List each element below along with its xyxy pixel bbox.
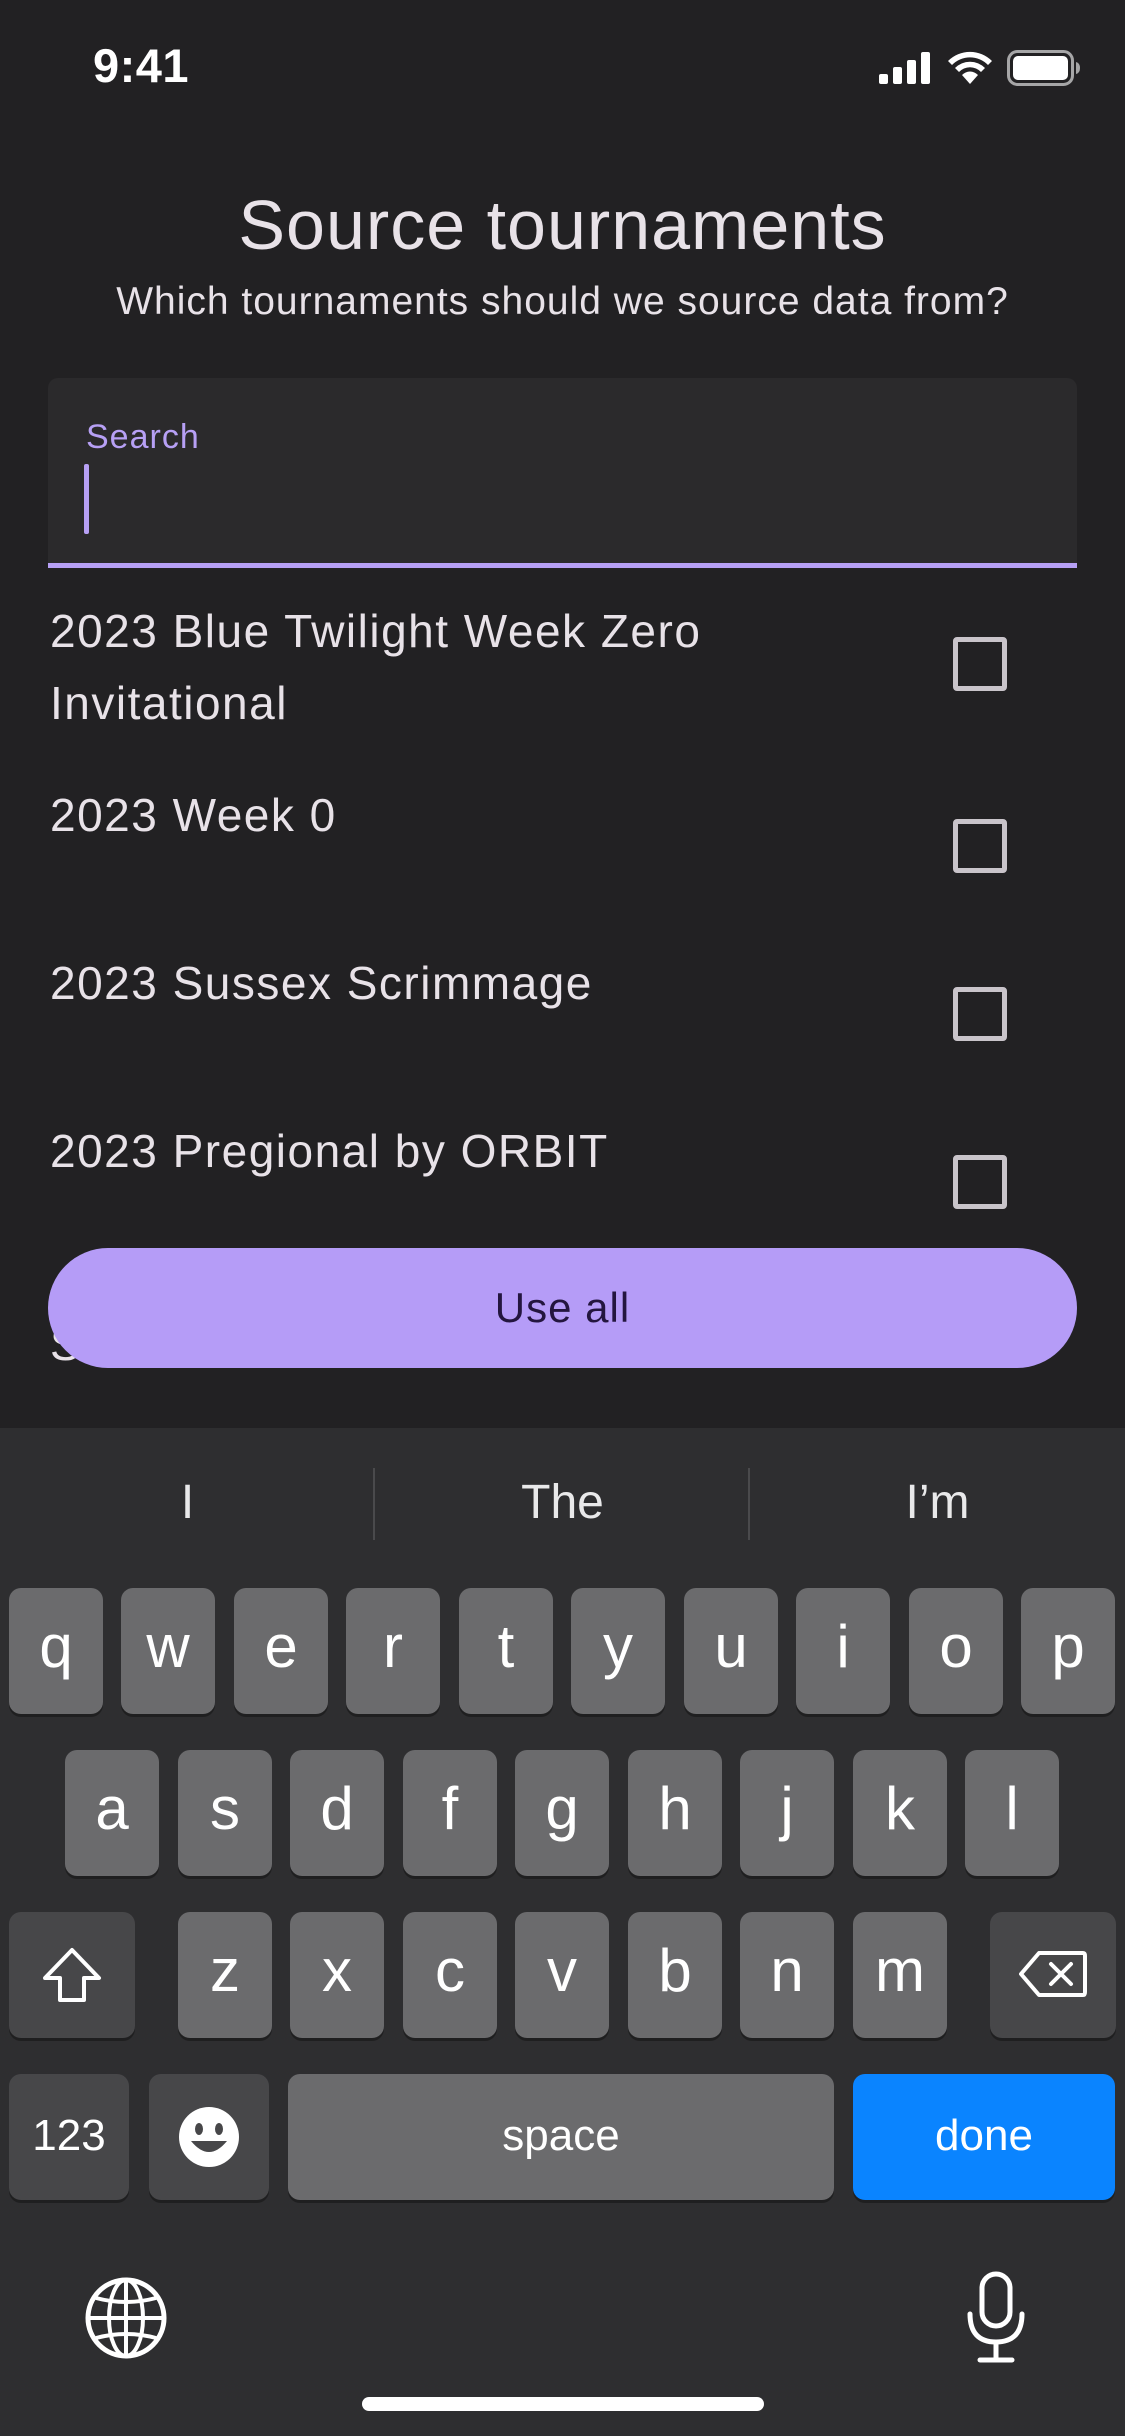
done-key[interactable]: done	[853, 2074, 1115, 2200]
numbers-key[interactable]: 123	[9, 2074, 129, 2200]
key-f[interactable]: f	[403, 1750, 497, 1876]
suggestion-item[interactable]: The	[375, 1463, 750, 1543]
list-item-label: 2023 Sussex Scrimmage	[50, 957, 593, 1009]
list-item-label: 2023 Blue Twilight Week Zero Invitationa…	[50, 605, 702, 729]
search-input[interactable]	[84, 463, 1034, 543]
key-i[interactable]: i	[796, 1588, 890, 1714]
list-item-label: 2023 Pregional by ORBIT	[50, 1125, 609, 1177]
text-caret	[84, 464, 89, 534]
key-p[interactable]: p	[1021, 1588, 1115, 1714]
search-field[interactable]: Search	[48, 378, 1077, 568]
status-time: 9:41	[93, 39, 190, 92]
status-icons	[879, 50, 1081, 86]
suggestion-item[interactable]: I’m	[750, 1463, 1125, 1543]
cellular-signal-icon	[879, 52, 930, 84]
microphone-icon	[967, 2271, 1025, 2363]
key-n[interactable]: n	[740, 1912, 834, 2038]
key-a[interactable]: a	[65, 1750, 159, 1876]
key-k[interactable]: k	[853, 1750, 947, 1876]
page-subtitle: Which tournaments should we source data …	[116, 280, 1009, 323]
key-b[interactable]: b	[628, 1912, 722, 2038]
checkbox[interactable]	[953, 1155, 1007, 1209]
shift-key[interactable]	[9, 1912, 135, 2038]
key-q[interactable]: q	[9, 1588, 103, 1714]
key-l[interactable]: l	[965, 1750, 1059, 1876]
checkbox[interactable]	[953, 637, 1007, 691]
key-w[interactable]: w	[121, 1588, 215, 1714]
battery-icon	[1007, 50, 1080, 86]
delete-key[interactable]	[990, 1912, 1116, 2038]
key-d[interactable]: d	[290, 1750, 384, 1876]
list-item[interactable]: 2023 Pregional by ORBIT	[0, 1084, 1125, 1252]
key-m[interactable]: m	[853, 1912, 947, 2038]
shift-icon	[43, 1948, 101, 2002]
globe-icon	[85, 2277, 167, 2359]
key-c[interactable]: c	[403, 1912, 497, 2038]
use-all-button[interactable]: Use all	[48, 1248, 1077, 1368]
key-s[interactable]: s	[178, 1750, 272, 1876]
status-bar: 9:41	[0, 0, 1125, 140]
key-r[interactable]: r	[346, 1588, 440, 1714]
key-h[interactable]: h	[628, 1750, 722, 1876]
list-item[interactable]: 2023 Blue Twilight Week Zero Invitationa…	[0, 568, 1125, 748]
emoji-icon	[179, 2107, 239, 2167]
key-g[interactable]: g	[515, 1750, 609, 1876]
search-label: Search	[86, 418, 200, 456]
key-t[interactable]: t	[459, 1588, 553, 1714]
space-key[interactable]: space	[288, 2074, 834, 2200]
backspace-icon	[1019, 1951, 1087, 1997]
key-v[interactable]: v	[515, 1912, 609, 2038]
key-x[interactable]: x	[290, 1912, 384, 2038]
key-z[interactable]: z	[178, 1912, 272, 2038]
home-indicator[interactable]	[362, 2397, 764, 2411]
wifi-icon	[948, 51, 992, 84]
globe-button[interactable]	[84, 2276, 168, 2365]
dictation-button[interactable]	[964, 2270, 1028, 2371]
checkbox[interactable]	[953, 987, 1007, 1041]
key-e[interactable]: e	[234, 1588, 328, 1714]
key-u[interactable]: u	[684, 1588, 778, 1714]
suggestion-item[interactable]: I	[0, 1463, 375, 1543]
checkbox[interactable]	[953, 819, 1007, 873]
key-y[interactable]: y	[571, 1588, 665, 1714]
keyboard: I The I’m q w e r t y u i o p a s d f g …	[0, 1428, 1125, 2436]
page-title: Source tournaments	[238, 186, 887, 264]
list-item[interactable]: 2023 Sussex Scrimmage	[0, 916, 1125, 1084]
suggestion-bar: I The I’m	[0, 1428, 1125, 1583]
list-item[interactable]: 2023 Week 0	[0, 748, 1125, 916]
key-o[interactable]: o	[909, 1588, 1003, 1714]
list-item-label: 2023 Week 0	[50, 789, 337, 841]
key-j[interactable]: j	[740, 1750, 834, 1876]
emoji-key[interactable]	[149, 2074, 269, 2200]
screen: 9:41 Source tournaments Which tournament…	[0, 0, 1125, 2436]
